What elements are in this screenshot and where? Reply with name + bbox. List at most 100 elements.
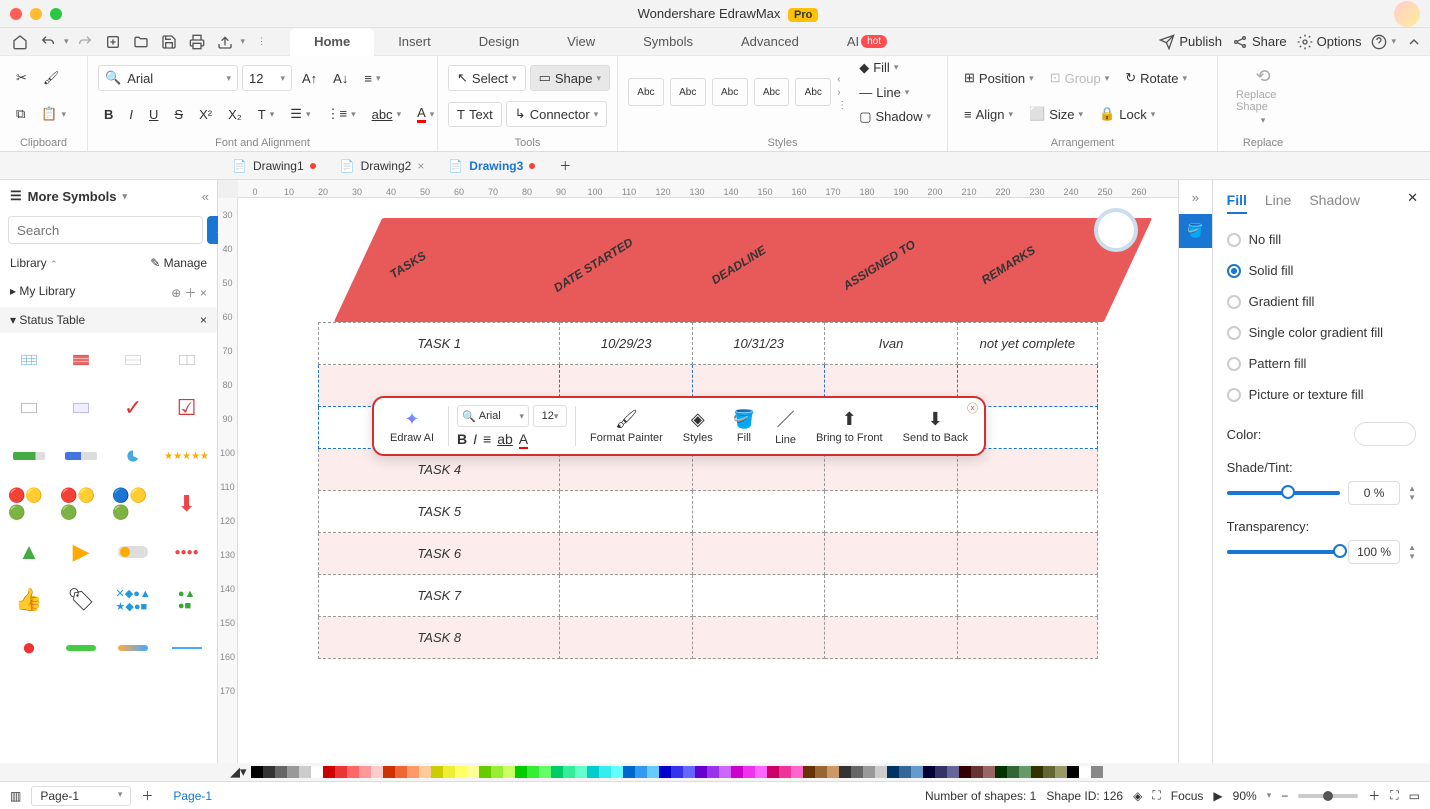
window-close[interactable] [10,8,22,20]
symbol-shapes-2[interactable]: ●▲●■ [164,581,209,619]
copy-button[interactable]: ⧉ [10,102,31,126]
superscript-button[interactable]: X² [193,103,218,126]
doc-tab-1[interactable]: 📄 Drawing1 [220,152,328,180]
table-cell[interactable] [825,491,957,533]
palette-color[interactable] [791,766,803,778]
palette-color[interactable] [887,766,899,778]
float-bring-front[interactable]: ⬆Bring to Front [810,407,889,446]
color-picker[interactable] [1354,422,1416,446]
fill-option-solid-fill[interactable]: Solid fill [1227,255,1416,286]
float-size-select[interactable]: 12▾ [533,405,567,427]
style-preset-1[interactable]: Abc [628,78,664,106]
paste-button[interactable]: 📋▾ [35,102,72,126]
palette-color[interactable] [743,766,755,778]
palette-color[interactable] [863,766,875,778]
symbol-lights-1[interactable]: 🔴🟡🟢 [8,485,50,523]
float-align[interactable]: ≡ [483,431,491,447]
fill-option-gradient-fill[interactable]: Gradient fill [1227,286,1416,317]
table-cell[interactable]: Ivan [825,323,957,365]
transparency-value[interactable]: 100 % [1348,540,1400,564]
palette-color[interactable] [659,766,671,778]
fill-button[interactable]: ◆ Fill▾ [853,56,937,80]
palette-color[interactable] [323,766,335,778]
menu-advanced[interactable]: Advanced [717,28,823,56]
subscript-button[interactable]: X₂ [222,103,248,126]
bold-button[interactable]: B [98,103,119,126]
palette-color[interactable] [407,766,419,778]
table-cell[interactable] [692,617,824,659]
palette-color[interactable] [551,766,563,778]
menu-view[interactable]: View [543,28,619,56]
home-icon[interactable] [8,30,32,54]
radio-icon[interactable] [1227,233,1241,247]
strikethrough-button[interactable]: S [168,103,189,126]
manage-button[interactable]: ✎ Manage [150,256,207,270]
palette-color[interactable] [467,766,479,778]
palette-color[interactable] [287,766,299,778]
table-cell[interactable] [692,491,824,533]
text-tool[interactable]: T Text [448,102,502,127]
open-button[interactable] [129,30,153,54]
add-page-button[interactable]: ＋ [141,787,153,804]
symbol-toggle[interactable] [112,533,154,571]
select-tool[interactable]: ↖ Select ▾ [448,65,526,91]
float-send-back[interactable]: ⬇Send to Back [897,407,974,446]
symbol-lights-2[interactable]: 🔴🟡🟢 [60,485,102,523]
palette-color[interactable] [779,766,791,778]
palette-color[interactable] [947,766,959,778]
style-preset-4[interactable]: Abc [754,78,790,106]
share-button[interactable]: Share [1232,34,1287,50]
symbol-flag[interactable]: 🏷 [60,581,102,619]
connector-tool[interactable]: ↳ Connector ▾ [506,101,607,127]
radio-icon[interactable] [1227,295,1241,309]
symbol-table-1[interactable] [8,341,50,379]
symbol-lights-3[interactable]: 🔵🟡🟢 [112,485,154,523]
palette-color[interactable] [575,766,587,778]
decrease-font-button[interactable]: A↓ [327,67,354,90]
replace-shape-button[interactable]: ⟲ Replace Shape ▾ [1228,60,1298,132]
palette-color[interactable] [1031,766,1043,778]
float-fill[interactable]: 🪣Fill [727,407,761,446]
line-button[interactable]: — Line▾ [853,81,937,104]
redo-button[interactable] [73,30,97,54]
palette-color[interactable] [383,766,395,778]
user-avatar[interactable] [1394,1,1420,27]
line-tab[interactable]: Line [1265,188,1291,214]
palette-color[interactable] [587,766,599,778]
palette-color[interactable] [539,766,551,778]
symbol-search-input[interactable] [8,216,203,244]
symbol-dots[interactable]: ●●●● [164,533,209,571]
print-button[interactable] [185,30,209,54]
float-bold[interactable]: B [457,431,467,447]
symbol-table-6[interactable] [60,389,102,427]
collapse-sidebar-icon[interactable]: « [202,189,209,204]
table-cell[interactable] [957,491,1097,533]
format-painter-button[interactable]: 🖌 [37,66,66,90]
palette-color[interactable] [1019,766,1031,778]
menu-home[interactable]: Home [290,28,374,56]
export-button[interactable] [213,30,237,54]
new-doc-tab[interactable]: ＋ [547,152,583,180]
fill-option-pattern-fill[interactable]: Pattern fill [1227,348,1416,379]
table-cell[interactable] [560,491,692,533]
table-cell[interactable] [825,575,957,617]
palette-color[interactable] [563,766,575,778]
palette-color[interactable] [851,766,863,778]
fullscreen-icon[interactable]: ⛶ [1152,788,1160,803]
table-cell[interactable]: not yet complete [957,323,1097,365]
fill-option-picture-or-texture-fill[interactable]: Picture or texture fill [1227,379,1416,410]
window-minimize[interactable] [30,8,42,20]
radio-icon[interactable] [1227,357,1241,371]
palette-color[interactable] [455,766,467,778]
symbol-bar-green[interactable] [60,629,102,667]
symbol-table-3[interactable] [112,341,154,379]
palette-color[interactable] [371,766,383,778]
italic-button[interactable]: I [123,103,139,126]
style-preset-5[interactable]: Abc [795,78,831,106]
symbol-table-2[interactable] [60,341,102,379]
palette-color[interactable] [1043,766,1055,778]
table-cell[interactable]: 10/29/23 [560,323,692,365]
float-format-painter[interactable]: 🖌Format Painter [584,407,669,446]
table-cell[interactable] [957,575,1097,617]
symbol-table-5[interactable] [8,389,50,427]
